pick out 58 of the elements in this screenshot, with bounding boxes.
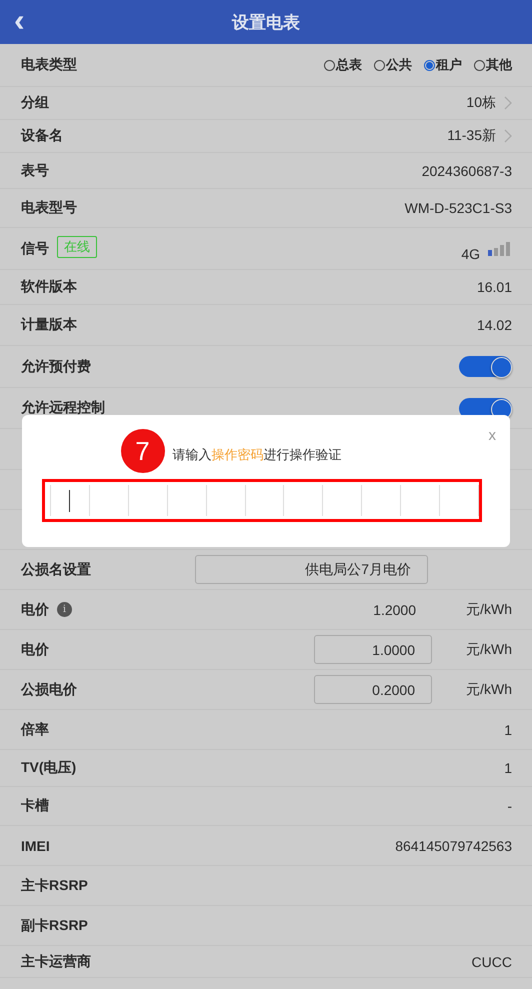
settings-row[interactable]: 设备名 11-35新 bbox=[0, 120, 532, 153]
dialog-prompt: 请输入操作密码进行操作验证 bbox=[172, 446, 342, 464]
row-value: 1 bbox=[504, 722, 512, 738]
radio-option[interactable]: 总表 bbox=[324, 56, 362, 74]
row-label: 设备名 bbox=[21, 127, 63, 145]
row-label: 主卡RSRP bbox=[21, 876, 88, 894]
row-label: 计量版本 bbox=[21, 316, 77, 334]
radio-option[interactable]: 租户 bbox=[424, 56, 462, 74]
row-label: 表号 bbox=[21, 162, 49, 180]
input-field[interactable]: 供电局公7月电价 bbox=[195, 555, 428, 584]
input-field[interactable]: 1.0000 bbox=[314, 635, 432, 664]
row-value: 2024360687-3 bbox=[422, 162, 512, 178]
row-value: 864145079742563 bbox=[395, 838, 512, 854]
input-field[interactable]: 0.2000 bbox=[314, 675, 432, 704]
row-label: 电表类型 bbox=[21, 56, 77, 74]
row-label: 主卡运营商 bbox=[21, 952, 91, 970]
back-button[interactable]: ‹ bbox=[10, 6, 29, 34]
row-value: 16.01 bbox=[476, 279, 512, 295]
row-label: 信号 bbox=[21, 240, 49, 258]
radio-option[interactable]: 其他 bbox=[474, 56, 512, 74]
settings-row[interactable]: 分组 10栋 bbox=[0, 87, 532, 120]
row-value: 10栋 bbox=[466, 94, 496, 112]
unit-label: 元/kWh bbox=[465, 680, 512, 698]
row-label: 允许远程控制 bbox=[21, 399, 105, 417]
info-icon[interactable]: i bbox=[57, 602, 72, 617]
row-value: - bbox=[507, 798, 512, 814]
radio-option[interactable]: 公共 bbox=[374, 56, 412, 74]
unit-label: 元/kWh bbox=[465, 600, 512, 618]
row-value: 11-35新 bbox=[447, 127, 496, 145]
row-label: 软件版本 bbox=[21, 278, 77, 296]
row-label: 电价 bbox=[21, 640, 49, 658]
password-field[interactable] bbox=[42, 479, 482, 522]
toggle-switch[interactable] bbox=[459, 356, 512, 377]
row-value: 1 bbox=[504, 760, 512, 776]
row-label: 分组 bbox=[21, 94, 49, 112]
row-label: 允许预付费 bbox=[21, 358, 91, 376]
row-value: WM-D-523C1-S3 bbox=[404, 200, 512, 216]
row-label: 公损名设置 bbox=[21, 560, 91, 578]
row-label: 电表型号 bbox=[21, 199, 77, 217]
row-label: TV(电压) bbox=[21, 759, 76, 777]
row-value: 14.02 bbox=[476, 317, 512, 333]
step-marker: 7 bbox=[120, 429, 164, 473]
row-value: 1.2000 bbox=[373, 602, 416, 618]
row-label: IMEI bbox=[21, 838, 50, 854]
row-label: 倍率 bbox=[21, 720, 49, 738]
row-label: 电价 bbox=[21, 600, 49, 618]
row-value: CUCC bbox=[472, 954, 512, 970]
text-cursor bbox=[69, 490, 70, 512]
network-type: 4G bbox=[461, 246, 480, 262]
page-title: 设置电表 bbox=[232, 12, 300, 34]
unit-label: 元/kWh bbox=[465, 640, 512, 658]
chevron-right-icon bbox=[504, 129, 512, 143]
row-label: 副卡RSRP bbox=[21, 916, 88, 934]
row-label: 卡槽 bbox=[21, 797, 49, 815]
chevron-right-icon bbox=[504, 96, 512, 110]
signal-bars-icon bbox=[488, 240, 512, 256]
status-badge: 在线 bbox=[57, 236, 97, 258]
row-label: 公损电价 bbox=[21, 680, 77, 698]
